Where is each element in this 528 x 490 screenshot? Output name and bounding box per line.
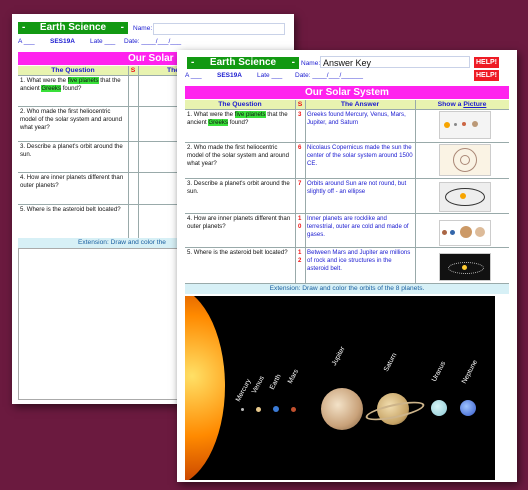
label-earth: Earth bbox=[268, 373, 283, 391]
divider bbox=[415, 100, 416, 284]
table-row bbox=[185, 109, 509, 110]
picture-thumbnail[interactable] bbox=[439, 182, 491, 212]
picture-thumbnail[interactable] bbox=[439, 220, 491, 246]
highlight: Greeks bbox=[208, 119, 228, 126]
picture-thumbnail[interactable] bbox=[439, 253, 491, 281]
banner-dash: - bbox=[191, 57, 195, 68]
banner-title: Earth Science bbox=[209, 57, 277, 68]
lesson-code: SES19A bbox=[217, 72, 242, 79]
col-question: The Question bbox=[218, 101, 262, 108]
date-field[interactable]: Date: ____/___/______ bbox=[295, 72, 363, 79]
answer-5: Between Mars and Jupiter are millions of… bbox=[307, 249, 411, 272]
label-uranus: Uranus bbox=[430, 360, 448, 383]
table-row bbox=[185, 247, 509, 248]
solar-system-image: Mercury Venus Earth Mars Jupiter Saturn … bbox=[185, 296, 495, 480]
highlight: Greeks bbox=[41, 85, 61, 92]
planet-jupiter bbox=[321, 388, 363, 430]
planet-earth bbox=[273, 406, 279, 412]
label-saturn: Saturn bbox=[382, 352, 399, 373]
banner-dash: - bbox=[22, 22, 26, 33]
answer-2: Nicolaus Copernicus made the sun the cen… bbox=[307, 144, 413, 167]
divider bbox=[305, 100, 306, 284]
name-field[interactable] bbox=[153, 23, 285, 35]
extension-note: Extension: Draw and color the orbits of … bbox=[185, 284, 509, 294]
label-venus: Venus bbox=[250, 375, 266, 395]
highlight: five planets bbox=[67, 77, 99, 84]
highlight: five planets bbox=[234, 111, 266, 118]
question-2: 2. Who made the first heliocentric model… bbox=[20, 108, 122, 131]
score: 3 bbox=[298, 111, 302, 118]
sun bbox=[185, 296, 225, 480]
front-worksheet: - Earth Science - Name: Answer Key HELP!… bbox=[177, 50, 517, 482]
name-field[interactable]: Answer Key bbox=[320, 56, 470, 68]
question-3: 3. Describe a planet's orbit around the … bbox=[20, 143, 123, 158]
divider bbox=[128, 66, 129, 238]
question-1: 1. What were the five planets that the a… bbox=[187, 111, 293, 127]
answer-3: Orbits around Sun are not round, but sli… bbox=[307, 180, 407, 195]
label-neptune: Neptune bbox=[460, 359, 480, 385]
answer-4: Inner planets are rocklike and terrestri… bbox=[307, 215, 409, 238]
picture-thumbnail[interactable] bbox=[439, 144, 491, 176]
late-field[interactable]: Late ___ bbox=[90, 38, 115, 45]
answer-1: Greeks found Mercury, Venus, Mars, Jupit… bbox=[307, 111, 406, 126]
col-picture: Show a Picture bbox=[415, 100, 509, 109]
score: 1 0 bbox=[298, 215, 302, 230]
planet-mercury bbox=[241, 408, 244, 411]
question-4: 4. How are inner planets different than … bbox=[20, 174, 124, 189]
question-3: 3. Describe a planet's orbit around the … bbox=[187, 180, 290, 195]
divider bbox=[138, 66, 139, 238]
back-banner: - Earth Science - bbox=[18, 22, 128, 34]
lesson-code: SES19A bbox=[50, 38, 75, 45]
question-text: found? bbox=[228, 119, 249, 126]
score: 1 2 bbox=[298, 249, 302, 264]
planet-uranus bbox=[431, 400, 447, 416]
score: 7 bbox=[298, 180, 302, 187]
table-row bbox=[185, 142, 509, 143]
col-score: S bbox=[297, 101, 303, 108]
help-button[interactable]: HELP! bbox=[474, 70, 499, 81]
date-field[interactable]: Date: ____/___/___ bbox=[124, 38, 181, 45]
banner-title: Earth Science bbox=[39, 22, 107, 33]
question-text: found? bbox=[61, 85, 82, 92]
label-jupiter: Jupiter bbox=[330, 345, 347, 367]
front-banner: - Earth Science - bbox=[187, 57, 299, 69]
worksheet-title: Our Solar System bbox=[185, 86, 509, 99]
col-picture-label: Show a bbox=[437, 101, 464, 108]
banner-dash: - bbox=[120, 22, 124, 33]
absent-field[interactable]: A ___ bbox=[18, 38, 35, 45]
question-1: 1. What were the five planets that the a… bbox=[20, 77, 126, 93]
absent-field[interactable]: A ___ bbox=[185, 72, 202, 79]
late-field[interactable]: Late ___ bbox=[257, 72, 282, 79]
picture-thumbnail[interactable] bbox=[439, 111, 491, 139]
picture-link[interactable]: Picture bbox=[463, 101, 486, 108]
col-score: S bbox=[130, 67, 136, 74]
table-row bbox=[185, 178, 509, 179]
planet-mars bbox=[291, 407, 296, 412]
planet-venus bbox=[256, 407, 261, 412]
col-question: The Question bbox=[51, 67, 95, 74]
table-header: The Question S The Answer Show a Picture bbox=[185, 100, 509, 109]
divider bbox=[295, 100, 296, 284]
table-row bbox=[185, 213, 509, 214]
score: 6 bbox=[298, 144, 302, 151]
help-button[interactable]: HELP! bbox=[474, 57, 499, 68]
label-mars: Mars bbox=[286, 368, 301, 385]
question-text: 1. What were the bbox=[187, 111, 235, 118]
question-5: 5. Where is the asteroid belt located? bbox=[20, 206, 121, 213]
question-text: 1. What were the bbox=[20, 77, 68, 84]
question-4: 4. How are inner planets different than … bbox=[187, 215, 291, 230]
name-label: Name: bbox=[301, 60, 321, 67]
planet-neptune bbox=[460, 400, 476, 416]
banner-dash: - bbox=[291, 57, 295, 68]
question-2: 2. Who made the first heliocentric model… bbox=[187, 144, 289, 167]
question-5: 5. Where is the asteroid belt located? bbox=[187, 249, 288, 256]
name-label: Name: bbox=[133, 25, 153, 32]
col-answer: The Answer bbox=[340, 101, 380, 108]
label-mercury: Mercury bbox=[234, 378, 253, 403]
